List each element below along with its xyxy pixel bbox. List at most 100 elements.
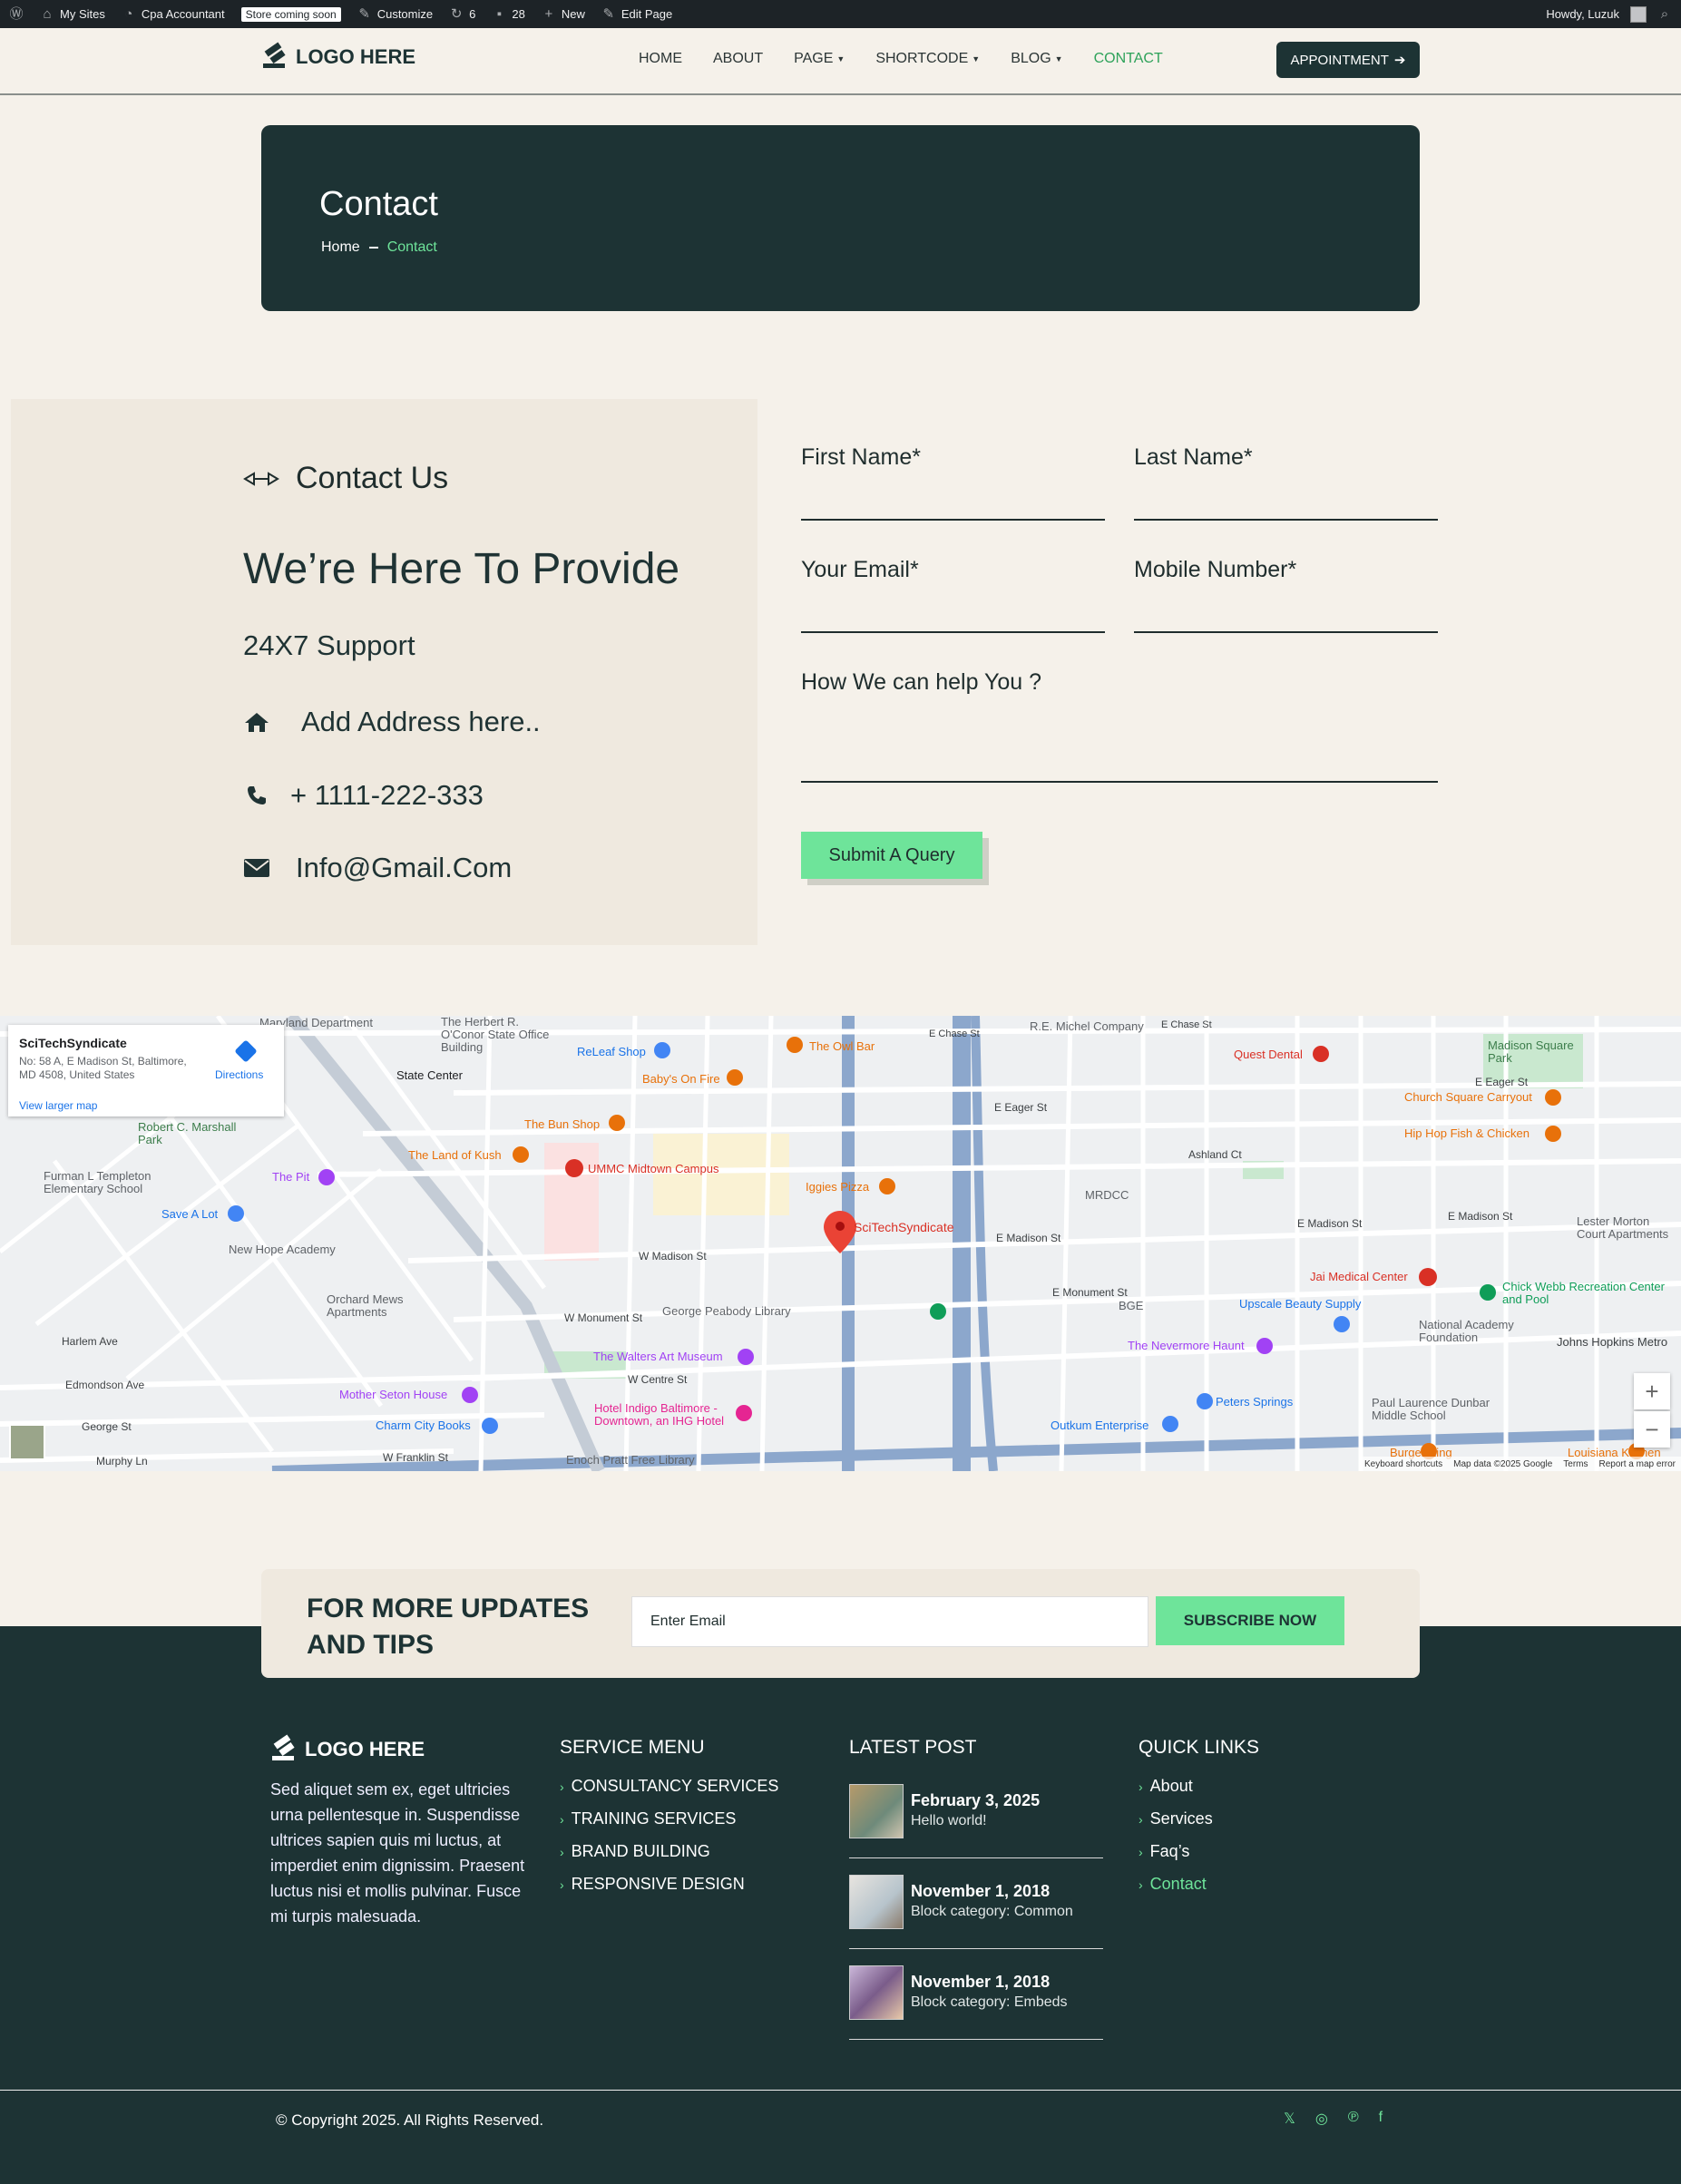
last-name-field[interactable]: Last Name* (1134, 444, 1438, 521)
map-label: Orchard Mews Apartments (327, 1292, 404, 1319)
nav-blog[interactable]: BLOG ▼ (1011, 51, 1062, 67)
customize-link[interactable]: ✎ Customize (357, 0, 433, 28)
pinterest-icon[interactable]: ℗ (1348, 2110, 1359, 2128)
keyboard-shortcuts-link[interactable]: Keyboard shortcuts (1364, 1459, 1442, 1469)
subscribe-button[interactable]: SUBSCRIBE NOW (1156, 1596, 1344, 1645)
nav-shortcode[interactable]: SHORTCODE ▼ (875, 51, 980, 67)
newsletter-title: FOR MORE UPDATES AND TIPS (307, 1594, 590, 1660)
first-name-field[interactable]: First Name* (801, 444, 1105, 521)
nav-page[interactable]: PAGE ▼ (794, 51, 845, 67)
new-content-menu[interactable]: + New (542, 0, 584, 28)
map-label: The Land of Kush (408, 1148, 502, 1162)
service-link[interactable]: › RESPONSIVE DESIGN (560, 1875, 778, 1894)
nav-home[interactable]: HOME (639, 51, 682, 67)
newsletter-email-input[interactable]: Enter Email (631, 1596, 1148, 1647)
map-label: The Nevermore Haunt (1128, 1339, 1245, 1352)
map-pin-label[interactable]: SciTechSyndicate (854, 1220, 954, 1234)
chevron-right-icon: › (1139, 1811, 1143, 1827)
comments-link[interactable]: ▪ 28 (492, 0, 525, 28)
search-icon[interactable]: ⌕ (1657, 6, 1672, 22)
submit-query-button[interactable]: Submit A Query (801, 832, 982, 879)
map-label: Hotel Indigo Baltimore - Downtown, an IH… (594, 1401, 725, 1428)
page-banner: Contact Home Contact (261, 125, 1420, 311)
footer-posts-col: LATEST POST February 3, 2025 Hello world… (849, 1737, 1103, 2040)
message-textarea[interactable]: How We can help You ? (801, 669, 1438, 783)
service-link[interactable]: › CONSULTANCY SERVICES (560, 1777, 778, 1796)
zoom-out-button[interactable]: − (1634, 1411, 1670, 1448)
nav-about[interactable]: ABOUT (713, 51, 763, 67)
quick-link-about[interactable]: › About (1139, 1777, 1259, 1796)
map-label: E Eager St (1475, 1076, 1529, 1088)
footer-divider (0, 2090, 1681, 2091)
caret-down-icon: ▼ (1054, 54, 1063, 63)
post-item[interactable]: February 3, 2025 Hello world! (849, 1768, 1103, 1858)
map-label: Iggies Pizza (806, 1180, 870, 1194)
zoom-in-button[interactable]: + (1634, 1373, 1670, 1409)
breadcrumb-home[interactable]: Home (321, 239, 360, 256)
map-label: W Madison St (639, 1250, 707, 1263)
contact-title: We’re Here To Provide (243, 545, 680, 593)
envelope-icon (243, 854, 270, 882)
footer-logo[interactable]: LOGO HERE (270, 1734, 528, 1762)
facebook-icon[interactable]: f (1379, 2110, 1383, 2128)
map-label: MRDCC (1085, 1188, 1129, 1202)
report-map-error-link[interactable]: Report a map error (1599, 1459, 1676, 1469)
howdy-user-menu[interactable]: Howdy, Luzuk (1546, 7, 1619, 21)
email-field[interactable]: Your Email* (801, 557, 1105, 633)
map-label: State Center (396, 1068, 463, 1082)
store-coming-soon-badge[interactable]: Store coming soon (240, 0, 341, 28)
mobile-field[interactable]: Mobile Number* (1134, 557, 1438, 633)
appointment-button[interactable]: APPOINTMENT ➔ (1276, 42, 1420, 78)
terms-link[interactable]: Terms (1563, 1459, 1588, 1469)
contact-subtitle: 24X7 Support (243, 629, 415, 661)
avatar[interactable] (1630, 5, 1647, 23)
wordpress-logo-icon[interactable]: Ⓦ (9, 0, 24, 28)
social-links: 𝕏 ◎ ℗ f (1284, 2110, 1383, 2128)
nav-contact[interactable]: CONTACT (1094, 51, 1163, 67)
map-label: Robert C. Marshall Park (138, 1120, 237, 1146)
place-name: SciTechSyndicate (19, 1036, 127, 1050)
map-label: The Herbert R. O'Conor State Office Buil… (441, 1016, 550, 1054)
map-label: Peters Springs (1216, 1395, 1294, 1409)
instagram-icon[interactable]: ◎ (1315, 2110, 1328, 2128)
post-item[interactable]: November 1, 2018 Block category: Common (849, 1858, 1103, 1949)
site-name-menu[interactable]: ◔ Cpa Accountant (122, 0, 224, 28)
directions-icon[interactable] (234, 1039, 258, 1063)
arrows-ornament-icon (243, 471, 279, 486)
google-map[interactable]: Maryland Department The Herbert R. O'Con… (0, 1016, 1681, 1471)
service-link[interactable]: › TRAINING SERVICES (560, 1809, 778, 1828)
map-label: E Madison St (1297, 1217, 1363, 1230)
map-label: Baby's On Fire (642, 1072, 720, 1086)
map-label: Harlem Ave (62, 1335, 118, 1348)
directions-link[interactable]: Directions (215, 1068, 263, 1081)
map-label: Furman L Templeton Elementary School (44, 1169, 151, 1195)
email-row: Info@Gmail.Com (243, 852, 512, 884)
chevron-right-icon: › (1139, 1844, 1143, 1859)
x-icon[interactable]: 𝕏 (1284, 2110, 1295, 2128)
plus-icon: + (544, 5, 553, 22)
service-menu-title: SERVICE MENU (560, 1737, 705, 1758)
my-sites-menu[interactable]: ⌂ My Sites (40, 0, 104, 28)
updates-icon: ↻ (450, 5, 463, 22)
contact-us-heading: Contact Us (243, 461, 448, 496)
breadcrumb: Home Contact (321, 239, 437, 256)
quick-link-faqs[interactable]: › Faq’s (1139, 1842, 1259, 1861)
view-larger-map-link[interactable]: View larger map (19, 1099, 97, 1112)
caret-down-icon: ▼ (972, 54, 981, 63)
chevron-right-icon: › (560, 1877, 564, 1892)
map-label: The Walters Art Museum (593, 1350, 723, 1363)
post-item[interactable]: November 1, 2018 Block category: Embeds (849, 1949, 1103, 2040)
map-type-thumbnail[interactable] (9, 1424, 45, 1460)
site-logo[interactable]: LOGO HERE (261, 42, 415, 70)
updates-link[interactable]: ↻ 6 (449, 0, 476, 28)
map-label: Ashland Ct (1188, 1148, 1242, 1161)
brush-icon: ✎ (358, 5, 370, 22)
quick-link-services[interactable]: › Services (1139, 1809, 1259, 1828)
quick-link-contact[interactable]: › Contact (1139, 1875, 1259, 1894)
map-label: Quest Dental (1234, 1048, 1303, 1061)
post-thumbnail (849, 1965, 904, 2020)
edit-page-link[interactable]: ✎ Edit Page (601, 0, 673, 28)
map-label: New Hope Academy (229, 1243, 336, 1256)
map-label: Chick Webb Recreation Center and Pool (1502, 1280, 1665, 1306)
service-link[interactable]: › BRAND BUILDING (560, 1842, 778, 1861)
